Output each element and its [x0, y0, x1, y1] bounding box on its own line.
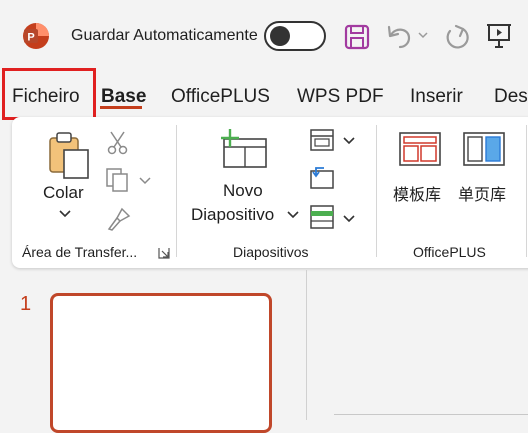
redo-icon[interactable]	[442, 22, 472, 52]
autosave-toggle[interactable]	[264, 21, 326, 51]
copy-icon[interactable]	[105, 167, 131, 193]
slides-group-label: Diapositivos	[233, 244, 309, 260]
undo-chevron-down-icon[interactable]	[418, 31, 428, 39]
new-slide-label-line2[interactable]: Diapositivo	[191, 205, 274, 225]
layout-icon[interactable]	[310, 129, 334, 151]
slide-thumbnail[interactable]	[50, 293, 272, 433]
autosave-label: Guardar Automaticamente	[71, 27, 258, 44]
copy-chevron-down-icon[interactable]	[139, 177, 151, 185]
undo-icon[interactable]	[385, 22, 415, 52]
title-bar: P Guardar Automaticamente	[0, 0, 528, 72]
save-icon[interactable]	[344, 24, 370, 50]
section-icon[interactable]	[310, 205, 334, 229]
section-chevron-down-icon[interactable]	[343, 215, 355, 223]
svg-text:P: P	[27, 32, 34, 44]
tab-home[interactable]: Base	[101, 86, 146, 108]
ribbon-panel: Colar Área de Transfer... Novo Diapositi…	[12, 117, 528, 268]
new-slide-chevron-down-icon[interactable]	[287, 211, 299, 219]
group-separator	[176, 125, 177, 257]
slide-canvas-edge	[334, 414, 528, 415]
format-painter-icon[interactable]	[106, 206, 132, 232]
paste-chevron-down-icon[interactable]	[59, 210, 71, 218]
clipboard-group-label: Área de Transfer...	[22, 244, 138, 260]
tab-wps-pdf[interactable]: WPS PDF	[297, 86, 384, 108]
present-from-start-icon[interactable]	[486, 22, 512, 50]
template-library-icon[interactable]	[398, 131, 442, 167]
active-tab-indicator	[100, 106, 142, 109]
reset-slide-icon[interactable]	[310, 165, 334, 189]
paste-label[interactable]: Colar	[43, 183, 84, 203]
tab-insert[interactable]: Inserir	[410, 86, 463, 108]
layout-chevron-down-icon[interactable]	[343, 137, 355, 145]
tab-design[interactable]: Des	[494, 86, 528, 108]
tab-officeplus[interactable]: OfficePLUS	[171, 86, 270, 108]
template-library-label[interactable]: 模板库	[393, 181, 441, 205]
new-slide-label-line1[interactable]: Novo	[223, 181, 263, 201]
group-separator	[376, 125, 377, 257]
dialog-launcher-icon[interactable]	[158, 247, 170, 259]
powerpoint-app-icon[interactable]: P	[22, 22, 50, 50]
pane-divider[interactable]	[306, 270, 307, 420]
officeplus-group-label: OfficePLUS	[413, 244, 486, 260]
cut-icon[interactable]	[107, 130, 129, 156]
toggle-knob	[270, 26, 290, 46]
single-page-library-label[interactable]: 单页库	[458, 181, 506, 205]
paste-icon[interactable]	[46, 130, 92, 180]
highlight-box	[2, 68, 96, 120]
slide-number: 1	[20, 293, 32, 315]
single-page-library-icon[interactable]	[462, 131, 506, 167]
new-slide-icon[interactable]	[218, 129, 268, 169]
group-separator	[526, 125, 527, 257]
